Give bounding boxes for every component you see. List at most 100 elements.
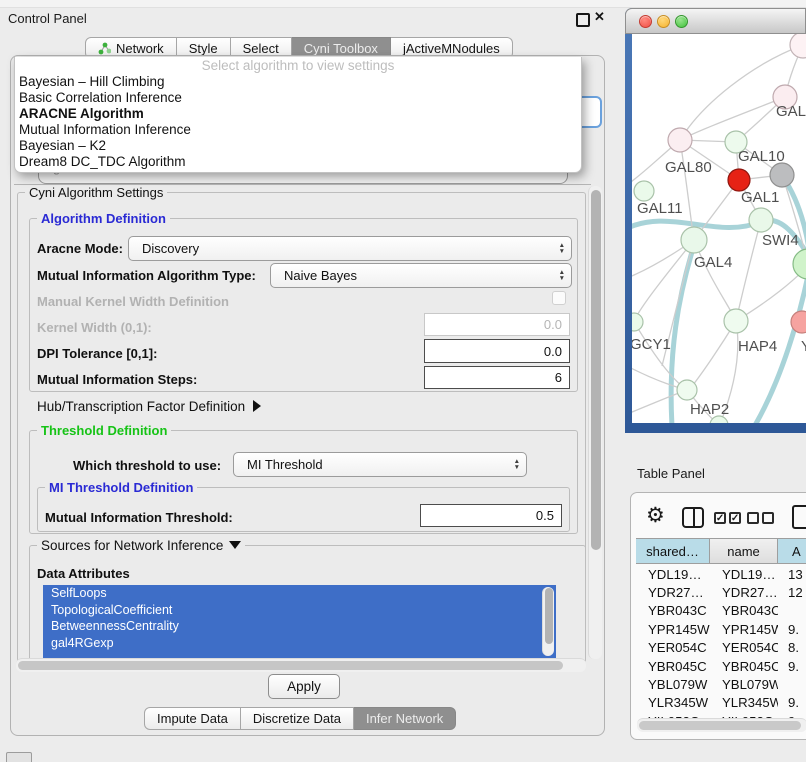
kernel-width-field[interactable]: 0.0 [424, 313, 570, 336]
settings-vertical-scrollbar[interactable] [588, 186, 602, 659]
mi-steps-field[interactable]: 6 [424, 366, 570, 389]
table-cell: YPR145W [710, 622, 778, 637]
mi-type-label: Mutual Information Algorithm Type: [37, 268, 256, 283]
table-row[interactable]: YDR27… YDR27… 12 [636, 583, 806, 601]
menu-item-dream8[interactable]: Dream8 DC_TDC Algorithm [15, 154, 581, 170]
node-label: HAP4 [738, 338, 777, 355]
data-attributes-list[interactable]: SelfLoops TopologicalCoefficient Between… [43, 585, 556, 658]
table-horizontal-scrollbar[interactable] [637, 718, 806, 732]
dpi-tolerance-label: DPI Tolerance [0,1]: [37, 346, 157, 361]
combo-spinner-icon: ▲▼ [514, 459, 520, 471]
column-header-partial[interactable]: A [778, 538, 806, 564]
aracne-mode-value: Discovery [142, 241, 199, 256]
list-item[interactable]: gal4RGexp [43, 635, 556, 652]
menu-item-bayesian-k2[interactable]: Bayesian – K2 [15, 138, 581, 154]
minimized-panel-button[interactable] [6, 752, 32, 762]
tab-network-label: Network [116, 41, 164, 56]
table-row[interactable]: YBR043C YBR043C [636, 602, 806, 620]
table-cell: YBL079W [710, 677, 778, 692]
table-cell: 8. [778, 640, 806, 655]
network-tab-icon [98, 42, 111, 55]
zoom-traffic-light[interactable] [675, 15, 688, 28]
column-header-name[interactable]: name [710, 538, 778, 564]
threshold-definition-title: Threshold Definition [37, 423, 171, 438]
select-all-columns-icon[interactable]: ✓✓ [714, 512, 741, 524]
table-cell: YDR27… [710, 585, 778, 600]
apply-button[interactable]: Apply [268, 674, 340, 699]
table-cell: YBR045C [710, 659, 778, 674]
which-threshold-select[interactable]: MI Threshold ▲▼ [233, 452, 527, 477]
deselect-all-columns-icon[interactable] [747, 512, 774, 524]
table-cell: 9. [778, 622, 806, 637]
node-label: GAL [776, 103, 806, 120]
node-label: GAL80 [665, 159, 712, 176]
sources-title[interactable]: Sources for Network Inference [37, 538, 245, 553]
network-canvas[interactable]: GAL GAL80 GAL10 GAL1 GAL11 SWI4 GAL4 GCY… [632, 34, 806, 423]
mi-threshold-label: Mutual Information Threshold: [45, 510, 233, 525]
table-row[interactable]: YPR145W YPR145W 9. [636, 620, 806, 638]
table-row[interactable]: YLR345W YLR345W 9. [636, 694, 806, 712]
list-item[interactable]: TopologicalCoefficient [43, 602, 556, 619]
aracne-mode-select[interactable]: Discovery ▲▼ [128, 236, 572, 261]
table-body: YDL19… YDL19… 13 YDR27… YDR27… 12 YBR043… [636, 565, 806, 718]
node-label: SWI4 [762, 232, 799, 249]
table-cell: YLR345W [636, 695, 710, 710]
tab-impute-data[interactable]: Impute Data [144, 707, 241, 730]
attribute-list-scrollbar[interactable] [542, 587, 554, 656]
algorithm-definition-title: Algorithm Definition [37, 211, 170, 226]
table-row[interactable]: YDL19… YDL19… 13 [636, 565, 806, 583]
node-label: GAL11 [637, 200, 683, 217]
table-row[interactable]: YER054C YER054C 8. [636, 639, 806, 657]
dpi-tolerance-field[interactable]: 0.0 [424, 339, 570, 363]
close-icon[interactable]: ✕ [594, 9, 605, 25]
hub-section-toggle[interactable]: Hub/Transcription Factor Definition [37, 399, 261, 414]
table-panel-title: Table Panel [637, 466, 705, 481]
collapse-arrow-icon [253, 400, 261, 412]
table-header-row: shared… name A [636, 538, 806, 564]
menu-item-aracne[interactable]: ARACNE Algorithm [15, 106, 581, 122]
settings-horizontal-scrollbar[interactable] [16, 658, 586, 672]
gear-icon[interactable]: ⚙ [646, 503, 665, 528]
table-cell: 9. [778, 659, 806, 674]
network-node [677, 380, 697, 400]
network-node [793, 249, 806, 279]
table-cell: YDR27… [636, 585, 710, 600]
node-label: GCY1 [632, 336, 671, 353]
control-panel-title: Control Panel [8, 11, 87, 26]
minimize-traffic-light[interactable] [657, 15, 670, 28]
network-node [749, 208, 773, 232]
table-cell: YER054C [636, 640, 710, 655]
float-window-icon[interactable] [576, 13, 590, 27]
list-item[interactable]: BetweennessCentrality [43, 618, 556, 635]
network-node [632, 313, 643, 331]
hub-section-label: Hub/Transcription Factor Definition [37, 399, 245, 414]
new-table-icon[interactable] [792, 505, 806, 529]
top-strip [0, 0, 806, 8]
menu-item-bayesian-hill-climbing[interactable]: Bayesian – Hill Climbing [15, 74, 581, 90]
table-row[interactable]: YBR045C YBR045C 9. [636, 657, 806, 675]
column-header-shared-name[interactable]: shared… [636, 538, 710, 564]
table-cell: YBL079W [636, 677, 710, 692]
tab-infer-network[interactable]: Infer Network [354, 707, 456, 730]
manual-kernel-checkbox[interactable] [552, 291, 566, 305]
mi-type-select[interactable]: Naive Bayes ▲▼ [270, 263, 572, 288]
combo-spinner-icon: ▲▼ [559, 243, 565, 255]
network-node [634, 181, 654, 201]
close-traffic-light[interactable] [639, 15, 652, 28]
node-label: GAL1 [741, 189, 779, 206]
tab-discretize-data[interactable]: Discretize Data [241, 707, 354, 730]
table-cell: YDL19… [636, 567, 710, 582]
column-layout-icon[interactable] [682, 507, 704, 528]
cyni-bottom-tabbar: Impute Data Discretize Data Infer Networ… [144, 707, 456, 730]
mi-threshold-field[interactable]: 0.5 [420, 504, 562, 527]
network-window-titlebar[interactable] [625, 8, 806, 34]
which-threshold-value: MI Threshold [247, 457, 323, 472]
menu-item-mutual-information[interactable]: Mutual Information Inference [15, 122, 581, 138]
menu-item-basic-correlation[interactable]: Basic Correlation Inference [15, 90, 581, 106]
network-node [790, 34, 806, 58]
algorithm-popup-placeholder: Select algorithm to view settings [15, 57, 581, 74]
list-item[interactable]: SelfLoops [43, 585, 556, 602]
table-row[interactable]: YBL079W YBL079W [636, 675, 806, 693]
mi-steps-label: Mutual Information Steps: [37, 372, 197, 387]
data-attributes-label: Data Attributes [37, 566, 130, 581]
